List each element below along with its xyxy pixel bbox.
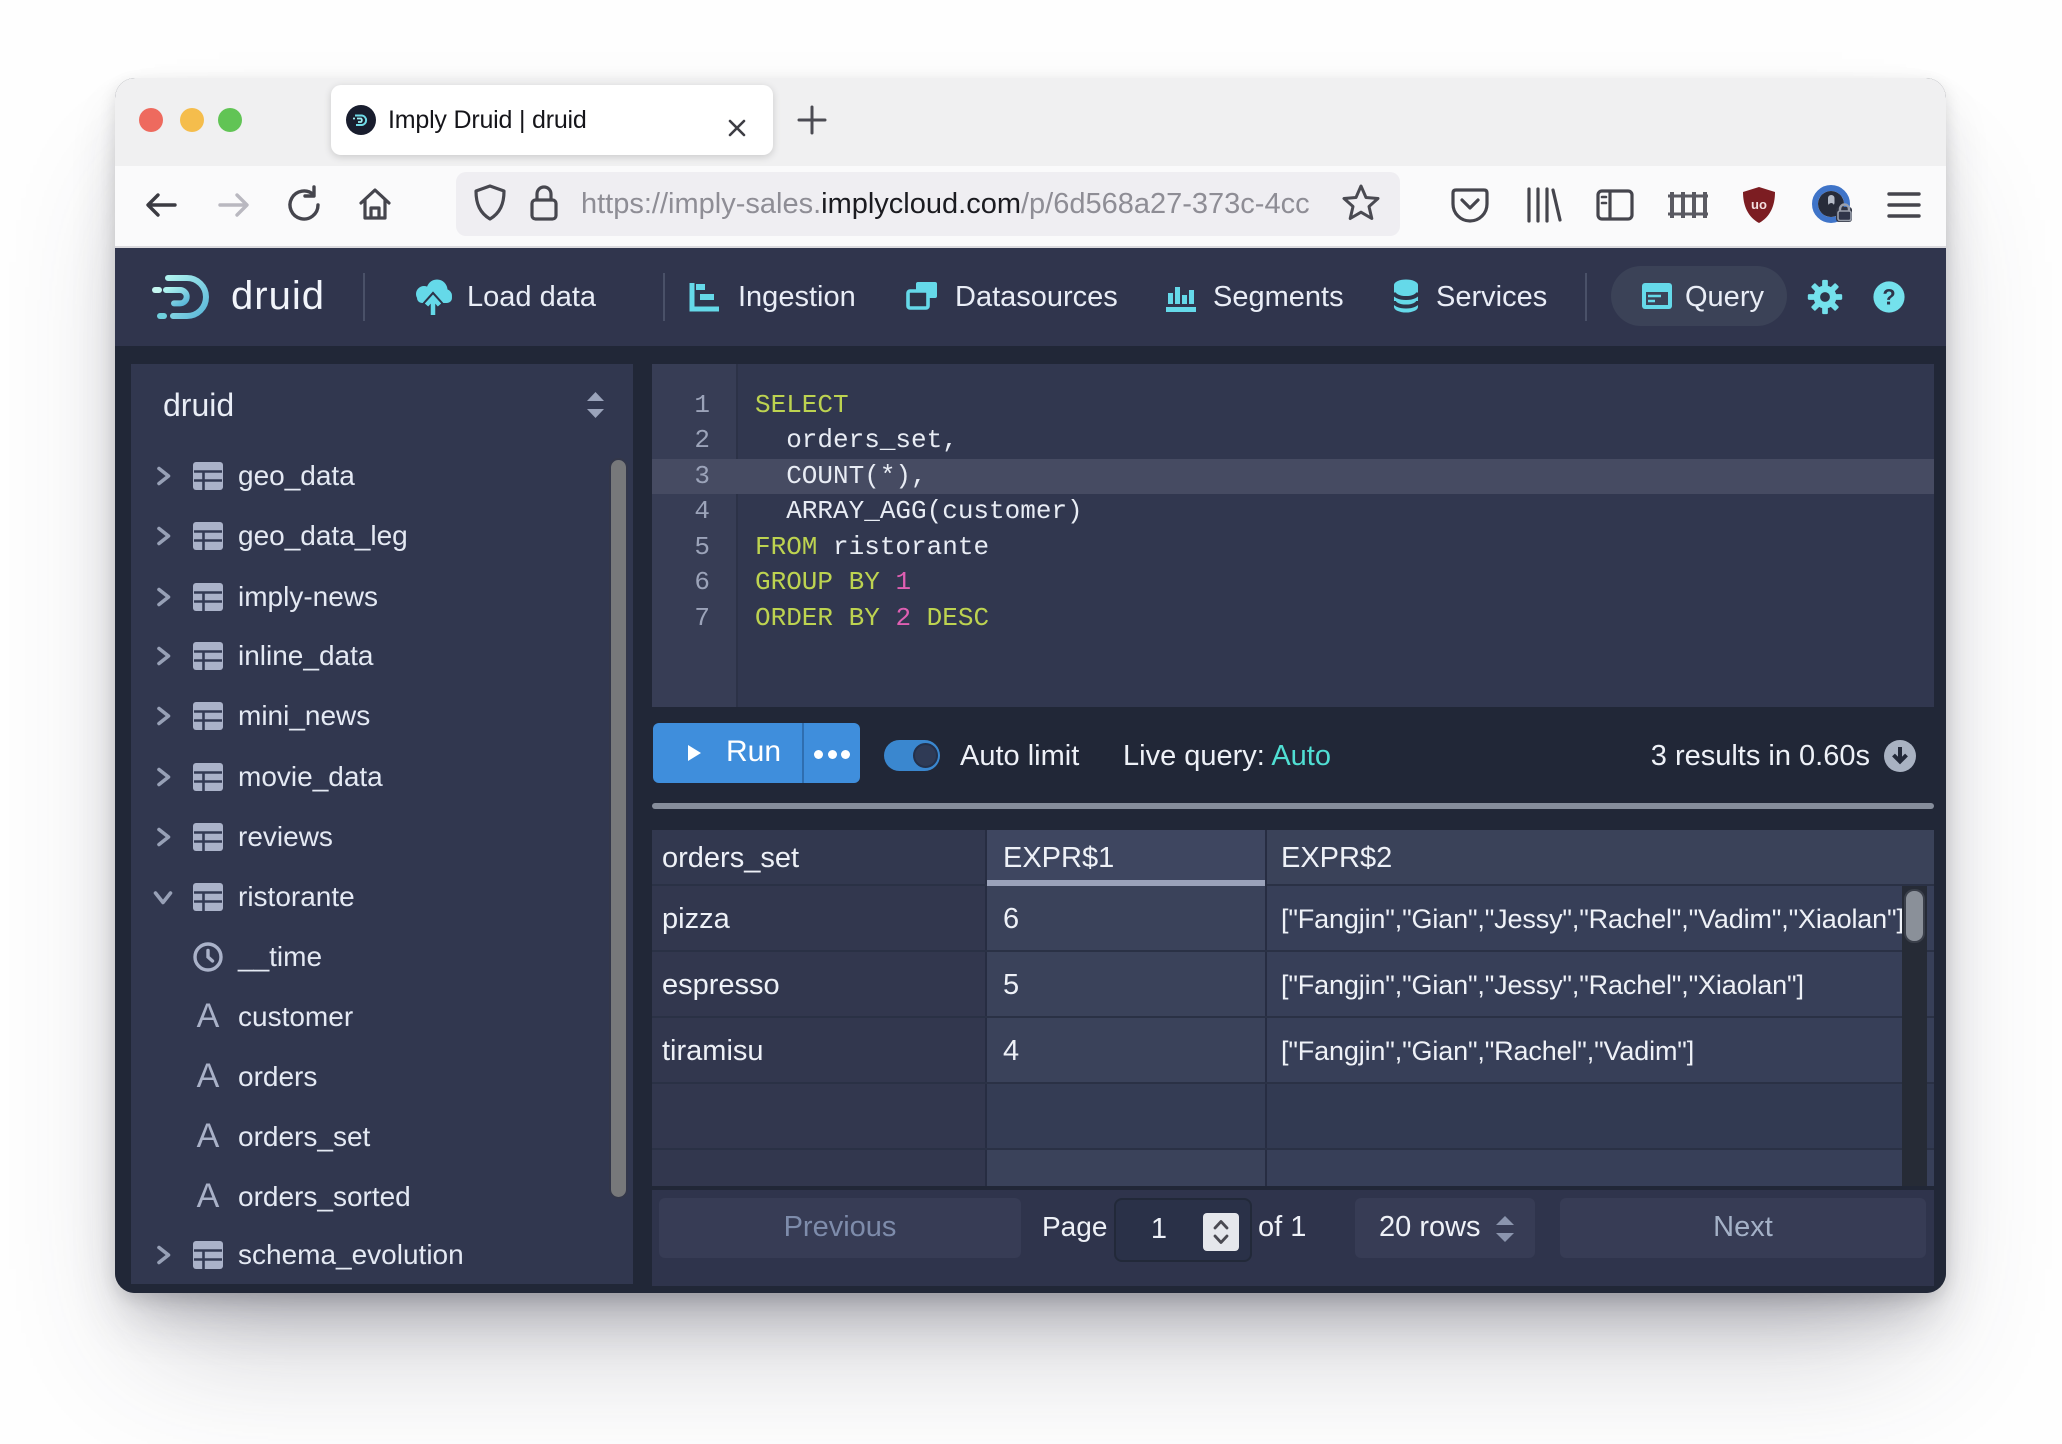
svg-text:uo: uo bbox=[1751, 197, 1767, 212]
svg-text:?: ? bbox=[1882, 285, 1895, 310]
